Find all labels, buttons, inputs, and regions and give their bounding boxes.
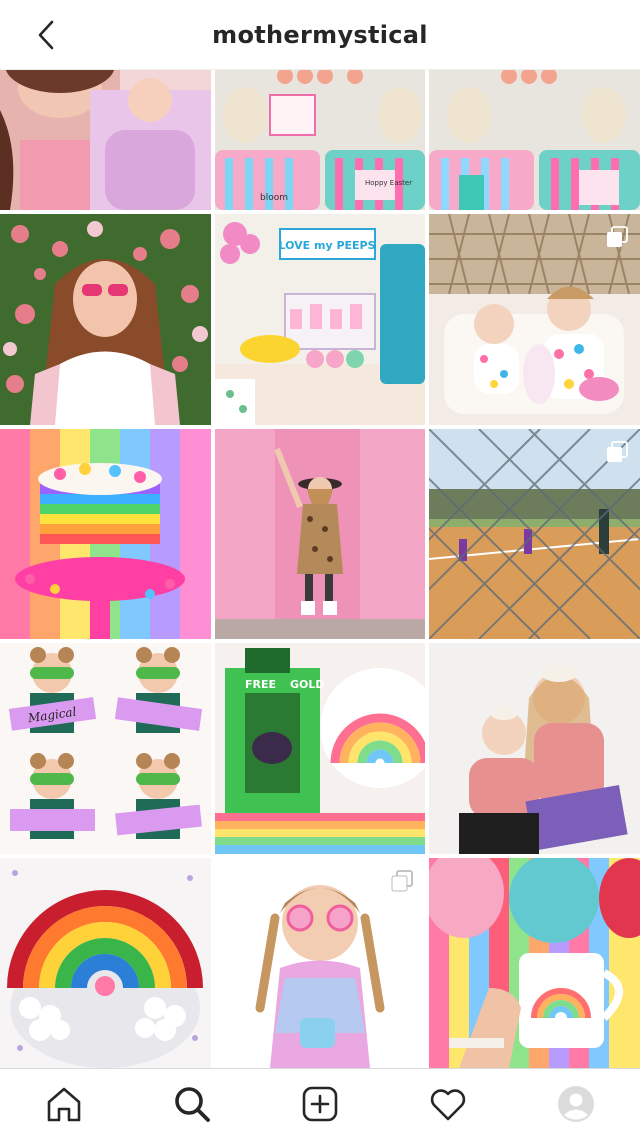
post-photo-candy-rainbow <box>0 858 211 1068</box>
post-photo-woman-flowers <box>0 214 211 425</box>
grid-post[interactable] <box>215 429 425 639</box>
tab-profile[interactable] <box>544 1072 608 1136</box>
post-photo-easter-baskets: bloom Hoppy Easter <box>215 70 425 210</box>
post-photo-magical-collage: Magical <box>0 643 211 854</box>
grid-post[interactable]: bloom Hoppy Easter <box>215 70 425 210</box>
multi-photo-icon <box>607 226 628 247</box>
grid-post[interactable] <box>429 858 640 1068</box>
new-post-icon <box>302 1086 338 1121</box>
profile-icon <box>558 1085 594 1122</box>
post-photo-leprechaun-trap: FREE GOLD <box>215 643 425 854</box>
grid-post[interactable] <box>0 214 211 425</box>
post-photo-pink-door <box>215 429 425 639</box>
grid-post[interactable] <box>429 643 640 854</box>
chevron-left-icon <box>38 20 54 50</box>
photo-text-free: FREE <box>245 678 276 691</box>
photo-text-hoppy-easter: Hoppy Easter <box>365 179 412 187</box>
profile-username: mothermystical <box>212 20 428 49</box>
tab-new-post[interactable] <box>288 1072 352 1136</box>
tab-activity[interactable] <box>416 1072 480 1136</box>
grid-post[interactable]: LOVE my PEEPS <box>215 214 425 425</box>
profile-header: mothermystical <box>0 0 640 70</box>
photo-text-bloom: bloom <box>260 193 288 203</box>
activity-icon <box>430 1088 466 1120</box>
photo-text-gold: GOLD <box>290 678 325 691</box>
multi-photo-icon <box>391 870 413 892</box>
grid-post[interactable] <box>429 214 640 425</box>
post-photo-rainbow-mug <box>429 858 640 1068</box>
grid-post[interactable] <box>429 70 640 210</box>
multi-photo-icon <box>607 441 628 462</box>
back-button[interactable] <box>28 17 64 53</box>
post-photo-easter-baskets-2 <box>429 70 640 210</box>
grid-post[interactable] <box>0 70 211 210</box>
home-icon <box>47 1087 81 1121</box>
post-photo-love-my-peeps: LOVE my PEEPS <box>215 214 425 425</box>
posts-grid: bloom Hoppy Easter LOVE my PEEPS Magical… <box>0 70 640 1068</box>
search-icon <box>175 1086 210 1122</box>
bottom-tab-bar <box>0 1068 640 1138</box>
post-photo-rainbow-cake <box>0 429 211 639</box>
grid-post[interactable] <box>0 858 211 1068</box>
grid-post[interactable] <box>215 858 425 1068</box>
tab-home[interactable] <box>32 1072 96 1136</box>
tab-search[interactable] <box>160 1072 224 1136</box>
post-photo-mom-and-child <box>0 70 211 210</box>
grid-post[interactable]: Magical <box>0 643 211 854</box>
grid-post[interactable] <box>0 429 211 639</box>
photo-text-love-my-peeps: LOVE my PEEPS <box>278 239 375 252</box>
post-photo-sisters-reading <box>429 643 640 854</box>
grid-post[interactable] <box>429 429 640 639</box>
grid-post[interactable]: FREE GOLD <box>215 643 425 854</box>
